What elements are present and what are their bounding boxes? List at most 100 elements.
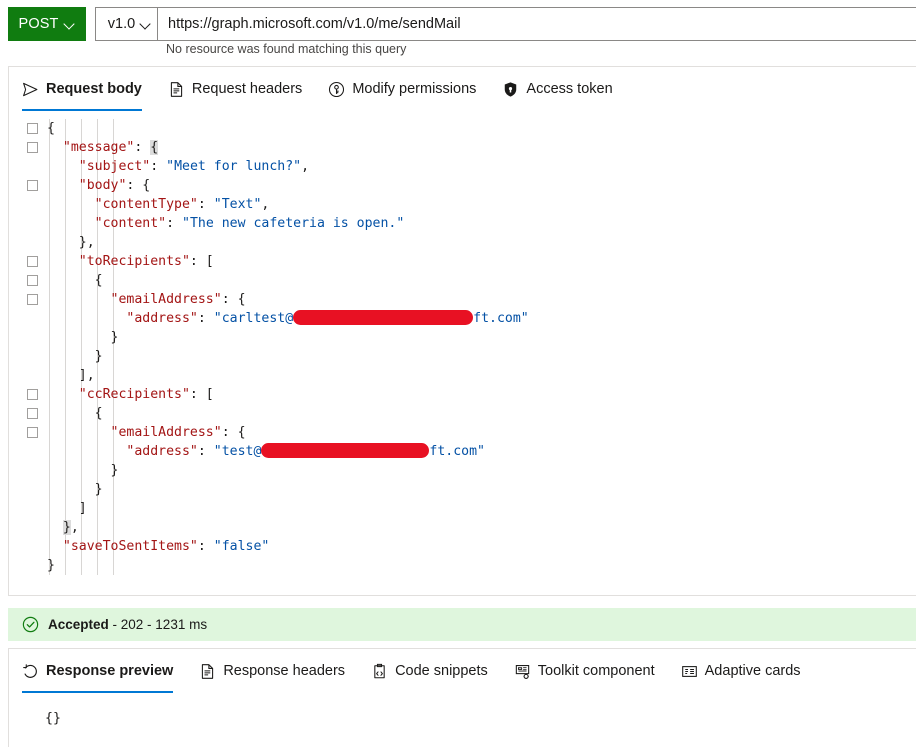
response-tab-adaptive-cards[interactable]: Adaptive cards bbox=[668, 649, 814, 693]
status-detail: - 202 - 1231 ms bbox=[108, 617, 208, 632]
request-body-editor[interactable]: { "message": { "subject": "Meet for lunc… bbox=[9, 119, 916, 595]
fold-toggle-checkbox[interactable] bbox=[27, 408, 38, 419]
code-line[interactable]: } bbox=[9, 328, 916, 347]
code-line[interactable]: } bbox=[9, 461, 916, 480]
card-icon bbox=[681, 665, 697, 677]
status-label: Accepted bbox=[48, 617, 109, 632]
code-line[interactable]: "contentType": "Text", bbox=[9, 195, 916, 214]
code-line[interactable]: { bbox=[9, 271, 916, 290]
code-line[interactable]: "emailAddress": { bbox=[9, 423, 916, 442]
http-method-dropdown[interactable]: POST bbox=[8, 7, 86, 41]
response-tab-toolkit-component[interactable]: Toolkit component bbox=[501, 649, 668, 693]
json-punctuation: : bbox=[150, 159, 167, 174]
json-string: "carltest@ bbox=[213, 311, 294, 326]
code-line[interactable]: { bbox=[9, 119, 916, 138]
fold-toggle-checkbox[interactable] bbox=[27, 427, 38, 438]
status-banner: Accepted - 202 - 1231 ms bbox=[8, 608, 916, 641]
code-line[interactable]: "toRecipients": [ bbox=[9, 252, 916, 271]
fold-toggle-checkbox[interactable] bbox=[27, 142, 38, 153]
json-punctuation: : [ bbox=[189, 387, 214, 402]
json-punctuation: { bbox=[150, 140, 159, 155]
response-tab-response-preview[interactable]: Response preview bbox=[9, 649, 186, 693]
code-line[interactable]: }, bbox=[9, 518, 916, 537]
json-key: "ccRecipients" bbox=[78, 387, 190, 402]
code-line[interactable]: } bbox=[9, 556, 916, 575]
json-punctuation: : bbox=[134, 140, 151, 155]
query-bar: POST v1.0 https://graph.microsoft.com/v1… bbox=[0, 0, 916, 62]
url-error-message: No resource was found matching this quer… bbox=[166, 42, 407, 56]
json-key: "emailAddress" bbox=[110, 292, 222, 307]
request-url-input[interactable]: https://graph.microsoft.com/v1.0/me/send… bbox=[157, 7, 916, 41]
lock-shield-icon bbox=[505, 81, 517, 97]
fold-toggle-checkbox[interactable] bbox=[27, 275, 38, 286]
http-method-label: POST bbox=[18, 16, 59, 32]
fold-toggle-checkbox[interactable] bbox=[27, 180, 38, 191]
check-circle-icon bbox=[22, 616, 39, 633]
fold-toggle-checkbox[interactable] bbox=[27, 294, 38, 305]
response-tab-code-snippets[interactable]: Code snippets bbox=[358, 649, 501, 693]
api-version-dropdown[interactable]: v1.0 bbox=[95, 7, 164, 41]
tab-label: Toolkit component bbox=[537, 663, 655, 679]
json-punctuation: ] bbox=[78, 501, 87, 516]
code-line[interactable]: "subject": "Meet for lunch?", bbox=[9, 157, 916, 176]
code-line[interactable]: "address": "test@ ft.com" bbox=[9, 442, 916, 461]
code-line[interactable]: "address": "carltest@ ft.com" bbox=[9, 309, 916, 328]
code-line[interactable]: ] bbox=[9, 499, 916, 518]
code-line[interactable]: "emailAddress": { bbox=[9, 290, 916, 309]
fold-toggle-checkbox[interactable] bbox=[27, 256, 38, 267]
json-key: "toRecipients" bbox=[78, 254, 190, 269]
request-tab-request-body[interactable]: Request body bbox=[9, 67, 155, 111]
json-punctuation: , bbox=[301, 159, 310, 174]
json-key: "message" bbox=[62, 140, 135, 155]
document-icon bbox=[170, 81, 183, 97]
code-line[interactable]: } bbox=[9, 347, 916, 366]
code-line[interactable]: "body": { bbox=[9, 176, 916, 195]
code-line[interactable]: "message": { bbox=[9, 138, 916, 157]
json-key: "content" bbox=[94, 216, 167, 231]
json-punctuation: : { bbox=[221, 292, 246, 307]
request-tab-request-headers[interactable]: Request headers bbox=[155, 67, 315, 111]
fold-toggle-checkbox[interactable] bbox=[27, 389, 38, 400]
json-punctuation: , bbox=[261, 197, 270, 212]
undo-arrow-icon bbox=[23, 663, 37, 678]
code-line[interactable]: "saveToSentItems": "false" bbox=[9, 537, 916, 556]
request-url-value: https://graph.microsoft.com/v1.0/me/send… bbox=[168, 16, 461, 32]
response-tab-response-headers[interactable]: Response headers bbox=[186, 649, 358, 693]
code-line[interactable]: }, bbox=[9, 233, 916, 252]
code-line[interactable]: } bbox=[9, 480, 916, 499]
code-line[interactable]: { bbox=[9, 404, 916, 423]
code-line[interactable]: "content": "The new cafeteria is open." bbox=[9, 214, 916, 233]
code-line[interactable]: ], bbox=[9, 366, 916, 385]
key-person-icon bbox=[329, 81, 345, 97]
toolkit-icon bbox=[515, 664, 529, 679]
json-punctuation: } bbox=[47, 558, 55, 573]
json-punctuation: } bbox=[94, 349, 103, 364]
json-code-area[interactable]: { "message": { "subject": "Meet for lunc… bbox=[9, 119, 916, 575]
json-punctuation: : [ bbox=[189, 254, 214, 269]
code-line[interactable]: "ccRecipients": [ bbox=[9, 385, 916, 404]
response-panel: Response preview Response headers Code sni… bbox=[8, 648, 916, 747]
graph-explorer-app: POST v1.0 https://graph.microsoft.com/v1… bbox=[0, 0, 916, 747]
request-tab-modify-permissions[interactable]: Modify permissions bbox=[315, 67, 489, 111]
json-punctuation: { bbox=[47, 121, 55, 136]
json-key: "subject" bbox=[78, 159, 151, 174]
json-string: "test@ bbox=[213, 444, 262, 459]
request-tab-access-token[interactable]: Access token bbox=[489, 67, 625, 111]
json-punctuation: { bbox=[94, 406, 103, 421]
fold-toggle-checkbox[interactable] bbox=[27, 123, 38, 134]
json-punctuation: ], bbox=[78, 368, 95, 383]
code-clipboard-icon bbox=[374, 663, 385, 678]
json-string: "Meet for lunch?" bbox=[166, 159, 302, 174]
